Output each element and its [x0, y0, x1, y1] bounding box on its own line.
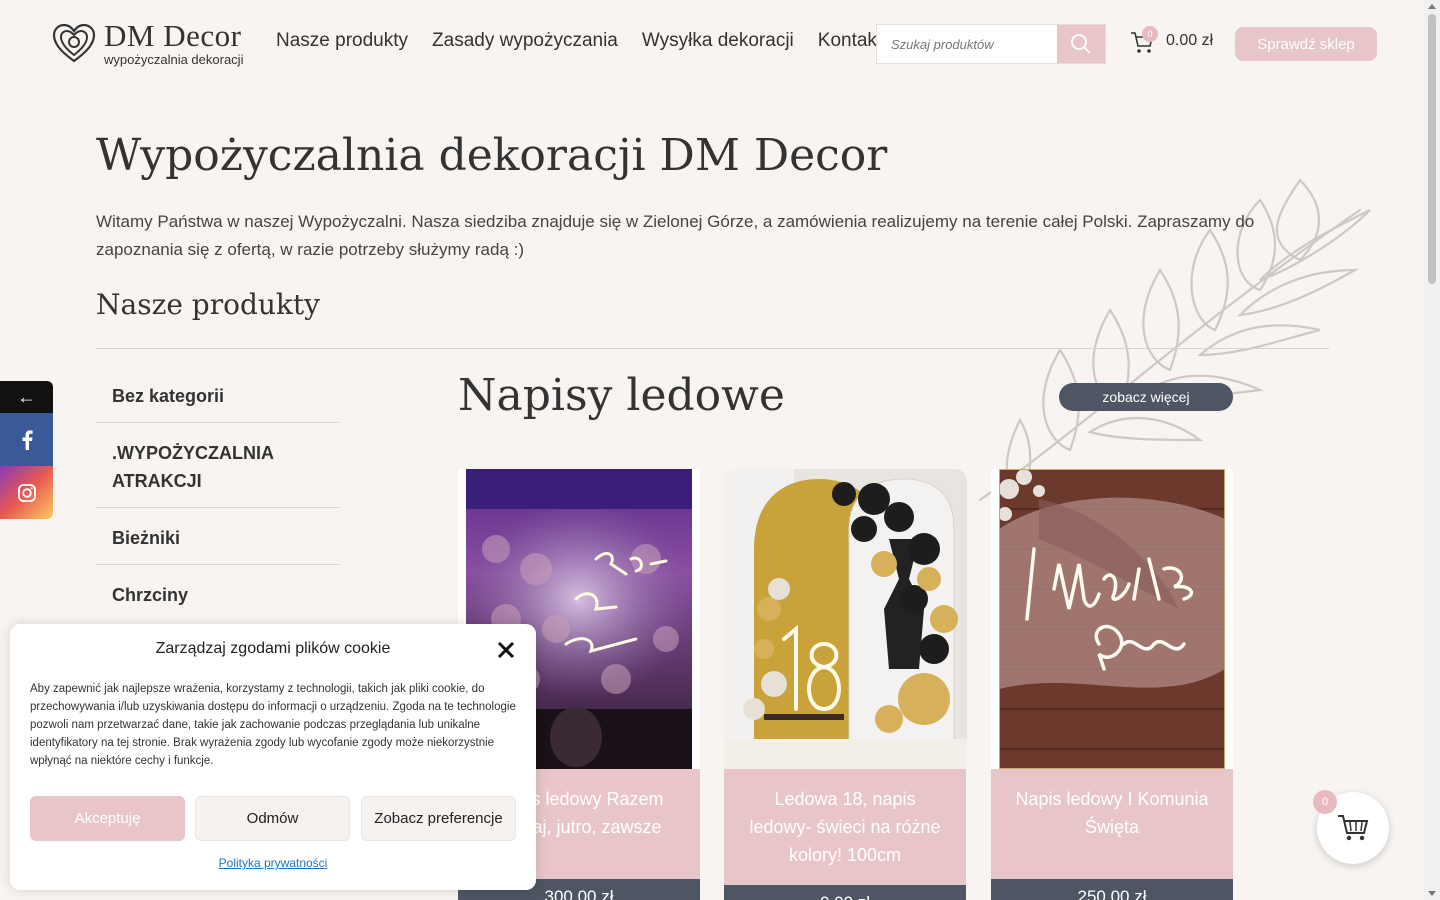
main-nav: Nasze produkty Zasady wypożyczania Wysył…: [276, 30, 882, 52]
page-scrollbar[interactable]: [1424, 0, 1440, 900]
logo-hearts-icon: [52, 23, 96, 63]
category-list: Bez kategorii .WYPOŻYCZALNIA ATRAKCJI Bi…: [96, 366, 339, 621]
cookie-consent-dialog: Zarządzaj zgodami plików cookie Aby zape…: [10, 624, 536, 890]
floating-cart-count: 0: [1313, 790, 1337, 814]
product-price: 250.00 zł: [991, 879, 1233, 900]
instagram-link[interactable]: [0, 466, 53, 519]
divider: [96, 348, 1329, 349]
product-price: 0.00 zł: [724, 885, 966, 900]
category-item[interactable]: .WYPOŻYCZALNIA ATRAKCJI: [96, 423, 339, 508]
product-image[interactable]: [724, 469, 967, 769]
social-toggle[interactable]: ←: [0, 381, 53, 413]
deny-cookies-button[interactable]: Odmów: [195, 796, 350, 841]
search-box: [876, 24, 1106, 64]
page-title: Wypożyczalnia dekoracji DM Decor: [96, 130, 888, 181]
nav-item-products[interactable]: Nasze produkty: [276, 30, 408, 52]
scroll-up-arrow[interactable]: [1428, 4, 1436, 9]
products-heading: Napisy ledowe: [458, 370, 785, 421]
search-button[interactable]: [1057, 25, 1105, 63]
product-card[interactable]: Napis ledowy I Komunia Święta 250.00 zł: [991, 469, 1233, 900]
facebook-icon: [22, 429, 33, 450]
site-logo[interactable]: DM Decor wypożyczalnia dekoracji: [50, 20, 243, 66]
check-shop-button[interactable]: Sprawdź sklep: [1235, 27, 1377, 61]
product-photo-neon-communion: [999, 469, 1225, 769]
product-photo-led-18: [724, 469, 967, 769]
logo-name: DM Decor: [104, 18, 242, 53]
intro-text: Witamy Państwa w naszej Wypożyczalni. Na…: [96, 212, 1255, 259]
search-input[interactable]: [877, 25, 1057, 63]
cookie-preferences-button[interactable]: Zobacz preferencje: [361, 796, 516, 841]
category-item[interactable]: Chrzciny: [96, 565, 339, 621]
scroll-down-arrow[interactable]: [1428, 891, 1436, 896]
category-item[interactable]: Bieżniki: [96, 508, 339, 565]
see-more-button[interactable]: zobacz więcej: [1059, 383, 1233, 411]
arrow-left-icon: ←: [17, 386, 36, 407]
floating-cart-button[interactable]: 0: [1313, 790, 1389, 864]
instagram-icon: [17, 483, 36, 502]
nav-item-shipping[interactable]: Wysyłka dekoracji: [642, 30, 794, 52]
scroll-thumb[interactable]: [1428, 14, 1436, 284]
search-icon: [1071, 34, 1091, 54]
close-icon[interactable]: [496, 638, 516, 662]
cookie-title: Zarządzaj zgodami plików cookie: [155, 640, 391, 657]
accept-cookies-button[interactable]: Akceptuję: [30, 796, 185, 841]
product-image[interactable]: [999, 469, 1225, 769]
nav-item-contact[interactable]: Kontakt: [818, 30, 882, 52]
cart-amount: 0.00 zł: [1166, 32, 1214, 49]
facebook-link[interactable]: [0, 413, 53, 466]
nav-item-rental-rules[interactable]: Zasady wypożyczania: [432, 30, 618, 52]
cart-icon: [1338, 815, 1369, 841]
product-card[interactable]: Ledowa 18, napis ledowy- świeci na różne…: [724, 469, 967, 900]
logo-subtitle: wypożyczalnia dekoracji: [104, 52, 244, 67]
social-sidebar: ←: [0, 381, 53, 519]
site-header: DM Decor wypożyczalnia dekoracji Nasze p…: [0, 0, 1424, 88]
section-title: Nasze produkty: [96, 288, 320, 321]
product-name[interactable]: Ledowa 18, napis ledowy- świeci na różne…: [724, 769, 966, 885]
category-item[interactable]: Bez kategorii: [96, 366, 339, 423]
cart-count-badge: 0: [1142, 26, 1158, 42]
header-cart[interactable]: 0 0.00 zł: [1130, 26, 1214, 54]
product-name[interactable]: Napis ledowy I Komunia Święta: [991, 769, 1233, 885]
privacy-policy-link[interactable]: Polityka prywatności: [10, 856, 536, 870]
cookie-text: Aby zapewnić jak najlepsze wrażenia, kor…: [30, 683, 516, 767]
